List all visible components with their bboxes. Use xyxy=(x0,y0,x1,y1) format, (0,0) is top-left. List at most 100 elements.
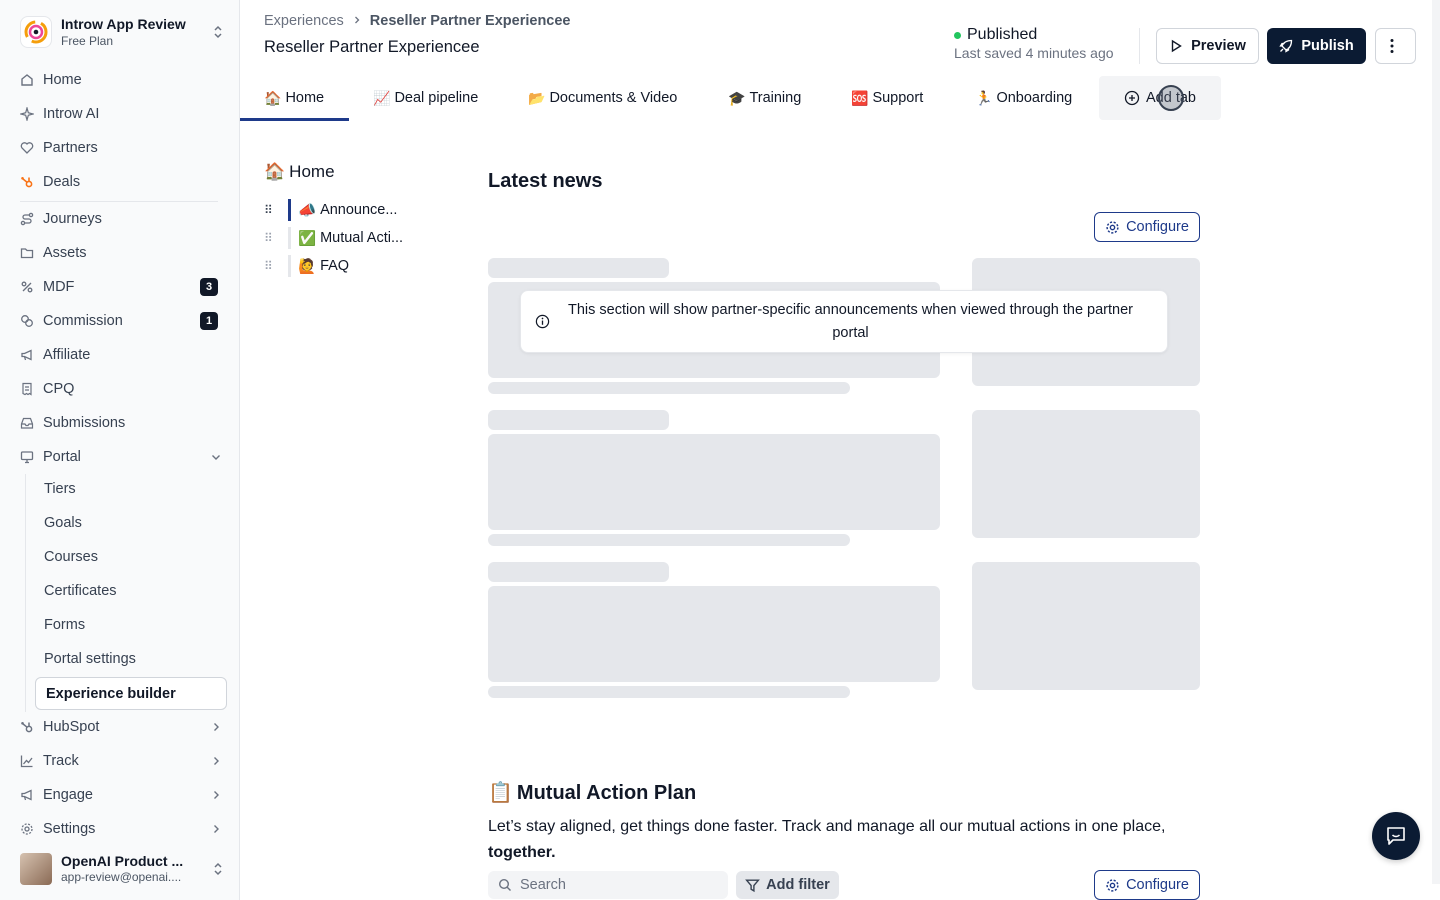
user-menu[interactable]: OpenAI Product ... app-review@openai.... xyxy=(20,852,225,886)
play-icon xyxy=(1171,39,1182,53)
skeleton-line xyxy=(488,686,850,698)
tab-home[interactable]: 🏠 Home xyxy=(240,76,349,121)
sidebar-item-settings[interactable]: Settings xyxy=(12,814,228,844)
tab-label: Documents & Video xyxy=(549,90,678,106)
mutual-action-plan-description: Let’s stay aligned, get things done fast… xyxy=(488,814,1188,866)
publish-button[interactable]: Publish xyxy=(1267,28,1366,64)
mouse-cursor-indicator xyxy=(1158,85,1184,111)
tree-item-faq[interactable]: ⠿ 🙋 FAQ xyxy=(264,255,349,277)
skeleton-line xyxy=(488,258,669,278)
sidebar-item-experience-builder[interactable]: Experience builder xyxy=(35,677,227,710)
tree-item-label: Mutual Acti... xyxy=(320,230,404,246)
tab-emoji: 🎓 xyxy=(728,89,746,106)
sidebar-item-portal[interactable]: Portal xyxy=(12,442,228,472)
map-desc-text: Let’s stay aligned, get things done fast… xyxy=(488,818,1166,835)
tab-emoji: 📂 xyxy=(528,89,546,106)
sidebar-item-label: HubSpot xyxy=(43,719,100,735)
sidebar-item-portal-settings[interactable]: Portal settings xyxy=(34,644,226,674)
chat-launcher-button[interactable] xyxy=(1372,812,1420,860)
skeleton-block xyxy=(488,586,940,682)
drag-handle-icon[interactable]: ⠿ xyxy=(264,231,278,245)
sidebar-item-label: Settings xyxy=(43,821,96,837)
sidebar: Introw App Review Free Plan Home Introw … xyxy=(0,0,240,900)
sidebar-item-label: Portal xyxy=(43,449,81,465)
sidebar-item-courses[interactable]: Courses xyxy=(34,542,226,572)
search-input[interactable]: Search xyxy=(488,871,728,899)
chevron-up-down-icon xyxy=(211,23,225,41)
tree-item-mutual-action-plan[interactable]: ⠿ ✅ Mutual Acti... xyxy=(264,227,403,249)
gear-icon xyxy=(20,822,34,836)
tab-documents-video[interactable]: 📂 Documents & Video xyxy=(528,76,677,120)
tab-deal-pipeline[interactable]: 📈 Deal pipeline xyxy=(373,76,478,120)
skeleton-image xyxy=(972,562,1200,690)
search-placeholder: Search xyxy=(520,877,566,893)
home-icon xyxy=(20,73,34,87)
chevron-down-icon xyxy=(210,451,222,463)
sidebar-item-assets[interactable]: Assets xyxy=(12,238,228,268)
search-icon xyxy=(498,878,511,891)
sidebar-item-engage[interactable]: Engage xyxy=(12,780,228,810)
tab-training[interactable]: 🎓 Training xyxy=(728,76,801,120)
sidebar-item-commission[interactable]: Commission 1 xyxy=(12,306,228,336)
sidebar-item-hubspot[interactable]: HubSpot xyxy=(12,712,228,742)
skeleton-line xyxy=(488,410,669,430)
tab-onboarding[interactable]: 🏃 Onboarding xyxy=(975,76,1072,120)
status-label: Published xyxy=(967,26,1038,43)
sidebar-item-introw-ai[interactable]: Introw AI xyxy=(12,99,228,129)
sidebar-item-label: Engage xyxy=(43,787,93,803)
sidebar-item-tiers[interactable]: Tiers xyxy=(34,474,226,504)
preview-label: Preview xyxy=(1191,38,1246,54)
sidebar-item-home[interactable]: Home xyxy=(12,65,228,95)
scrollbar[interactable] xyxy=(1432,0,1440,884)
user-email: app-review@openai.... xyxy=(61,870,182,884)
chevron-right-icon xyxy=(210,789,222,801)
sidebar-item-partners[interactable]: Partners xyxy=(12,133,228,163)
tab-support[interactable]: 🆘 Support xyxy=(851,76,923,120)
tree-item-announcements[interactable]: ⠿ 📣 Announce... xyxy=(264,199,397,221)
configure-label: Configure xyxy=(1126,877,1189,893)
sidebar-item-certificates[interactable]: Certificates xyxy=(34,576,226,606)
sidebar-item-affiliate[interactable]: Affiliate xyxy=(12,340,228,370)
portal-subnav: Tiers Goals Courses Certificates Forms P… xyxy=(25,474,227,712)
plus-circle-icon xyxy=(1124,90,1140,106)
map-title-label: Mutual Action Plan xyxy=(516,782,697,804)
inbox-icon xyxy=(20,416,34,430)
commission-count-badge: 1 xyxy=(200,312,218,330)
chevron-up-down-icon xyxy=(211,860,225,878)
tab-label: Home xyxy=(285,90,325,106)
configure-news-button[interactable]: Configure xyxy=(1094,212,1200,242)
org-plan: Free Plan xyxy=(61,34,114,48)
tab-emoji: 🏃 xyxy=(975,89,993,106)
sidebar-item-journeys[interactable]: Journeys xyxy=(12,204,228,234)
latest-news-title: Latest news xyxy=(488,170,603,192)
more-vertical-icon xyxy=(1390,39,1393,53)
skeleton-line xyxy=(488,534,850,546)
sidebar-item-mdf[interactable]: MDF 3 xyxy=(12,272,228,302)
breadcrumb-experiences[interactable]: Experiences xyxy=(264,13,344,29)
add-filter-label: Add filter xyxy=(766,877,830,893)
configure-map-button[interactable]: Configure xyxy=(1094,870,1200,900)
tab-emoji: 📈 xyxy=(373,89,391,106)
last-saved: Last saved 4 minutes ago xyxy=(954,45,1114,61)
drag-handle-icon[interactable]: ⠿ xyxy=(264,259,278,273)
sparkle-icon xyxy=(20,107,34,121)
tree-item-emoji: 🙋 xyxy=(298,258,317,275)
sidebar-item-deals[interactable]: Deals xyxy=(12,167,228,197)
sidebar-item-cpq[interactable]: CPQ xyxy=(12,374,228,404)
preview-button[interactable]: Preview xyxy=(1156,28,1259,64)
sidebar-item-forms[interactable]: Forms xyxy=(34,610,226,640)
sidebar-item-label: Introw AI xyxy=(43,106,100,122)
chevron-right-icon xyxy=(210,823,222,835)
sidebar-item-submissions[interactable]: Submissions xyxy=(12,408,228,438)
sidebar-item-label: Journeys xyxy=(43,211,102,227)
org-switcher[interactable]: Introw App Review Free Plan xyxy=(20,14,225,50)
hubspot-icon xyxy=(20,175,34,189)
sidebar-item-track[interactable]: Track xyxy=(12,746,228,776)
sidebar-item-goals[interactable]: Goals xyxy=(34,508,226,538)
experience-tabs: 🏠 Home 📈 Deal pipeline 📂 Documents & Video … xyxy=(240,76,1440,121)
add-filter-button[interactable]: Add filter xyxy=(736,871,839,899)
sidebar-item-label: MDF xyxy=(43,279,75,295)
tree-title-label: Home xyxy=(289,162,335,181)
drag-handle-icon[interactable]: ⠿ xyxy=(264,203,278,217)
more-options-button[interactable] xyxy=(1375,28,1416,64)
